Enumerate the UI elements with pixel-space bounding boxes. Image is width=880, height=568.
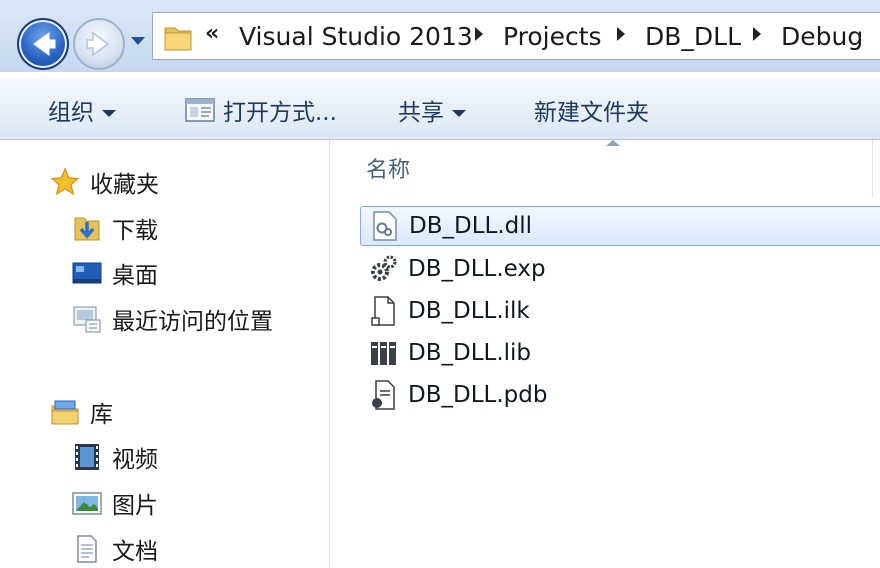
file-name: DB_DLL.pdb xyxy=(408,382,548,408)
breadcrumb-separator[interactable] xyxy=(475,27,483,41)
nav-item-pictures[interactable]: 图片 xyxy=(72,485,158,521)
nav-item-label: 下载 xyxy=(112,218,158,244)
file-row-dll[interactable]: DB_DLL.dll xyxy=(360,206,880,246)
downloads-folder-icon xyxy=(72,213,102,243)
nav-favorites[interactable]: 收藏夹 xyxy=(50,164,159,200)
breadcrumb-overflow[interactable]: « xyxy=(205,21,219,46)
nav-item-label: 桌面 xyxy=(112,263,158,289)
file-name: DB_DLL.lib xyxy=(408,340,532,366)
nav-item-documents[interactable]: 文档 xyxy=(72,531,158,567)
open-with-icon xyxy=(185,98,215,122)
organize-button[interactable]: 组织 xyxy=(48,93,116,127)
share-button[interactable]: 共享 xyxy=(398,93,466,127)
file-row-exp[interactable]: DB_DLL.exp xyxy=(360,249,880,289)
nav-libraries[interactable]: 库 xyxy=(50,394,113,430)
arrow-left-icon xyxy=(33,32,56,56)
breadcrumb-visual-studio[interactable]: Visual Studio 2013 xyxy=(239,22,473,51)
breadcrumb-db-dll[interactable]: DB_DLL xyxy=(645,22,741,51)
breadcrumb-debug[interactable]: Debug xyxy=(781,22,863,51)
lib-file-icon xyxy=(368,337,400,369)
documents-library-icon xyxy=(72,534,102,564)
desktop-icon xyxy=(72,258,102,288)
nav-item-label: 图片 xyxy=(112,493,158,519)
nav-item-label: 最近访问的位置 xyxy=(112,309,273,335)
file-name: DB_DLL.ilk xyxy=(408,298,530,324)
navigation-pane: 收藏夹 下载 桌面 最近访问的位置 库 视频 图片 文档 xyxy=(0,140,330,568)
breadcrumb-separator[interactable] xyxy=(617,27,625,41)
file-row-pdb[interactable]: DB_DLL.pdb xyxy=(360,375,880,415)
video-library-icon xyxy=(72,442,102,472)
chevron-down-icon xyxy=(102,110,116,117)
title-address-bar: « Visual Studio 2013 Projects DB_DLL Deb… xyxy=(0,0,880,72)
nav-item-videos[interactable]: 视频 xyxy=(72,439,158,475)
library-icon xyxy=(50,397,80,427)
dll-file-icon xyxy=(369,210,401,242)
ilk-file-icon xyxy=(368,295,400,327)
pdb-file-icon xyxy=(368,379,400,411)
breadcrumb-separator[interactable] xyxy=(753,27,761,41)
address-bar[interactable]: « Visual Studio 2013 Projects DB_DLL Deb… xyxy=(152,12,880,60)
recent-pages-dropdown[interactable] xyxy=(128,30,148,50)
file-row-ilk[interactable]: DB_DLL.ilk xyxy=(360,291,880,331)
nav-item-desktop[interactable]: 桌面 xyxy=(72,255,158,291)
new-folder-button[interactable]: 新建文件夹 xyxy=(534,93,649,127)
folder-icon xyxy=(164,27,192,51)
exp-file-icon xyxy=(368,253,400,285)
sort-ascending-icon xyxy=(606,140,620,146)
star-icon xyxy=(50,167,80,197)
nav-item-label: 视频 xyxy=(112,447,158,473)
nav-libraries-label: 库 xyxy=(90,402,113,428)
column-divider[interactable] xyxy=(872,140,873,198)
open-with-button[interactable]: 打开方式... xyxy=(185,93,337,127)
breadcrumb-projects[interactable]: Projects xyxy=(503,22,602,51)
file-name: DB_DLL.exp xyxy=(408,256,546,282)
file-row-lib[interactable]: DB_DLL.lib xyxy=(360,333,880,373)
chevron-down-icon xyxy=(452,110,466,117)
column-header-name[interactable]: 名称 xyxy=(366,152,410,184)
nav-favorites-label: 收藏夹 xyxy=(90,172,159,198)
file-list: 名称 DB_DLL.dll DB_DLL.exp DB_DLL.ilk DB_D… xyxy=(330,140,880,568)
forward-button[interactable] xyxy=(73,18,125,70)
nav-item-label: 文档 xyxy=(112,539,158,565)
file-name: DB_DLL.dll xyxy=(409,213,533,239)
recent-places-icon xyxy=(72,304,102,334)
nav-item-recent-places[interactable]: 最近访问的位置 xyxy=(72,301,273,337)
pictures-library-icon xyxy=(72,488,102,518)
arrow-right-icon xyxy=(86,31,110,57)
nav-item-downloads[interactable]: 下载 xyxy=(72,210,158,246)
back-button[interactable] xyxy=(17,18,69,70)
command-bar: 组织 打开方式... 共享 新建文件夹 xyxy=(0,78,880,140)
